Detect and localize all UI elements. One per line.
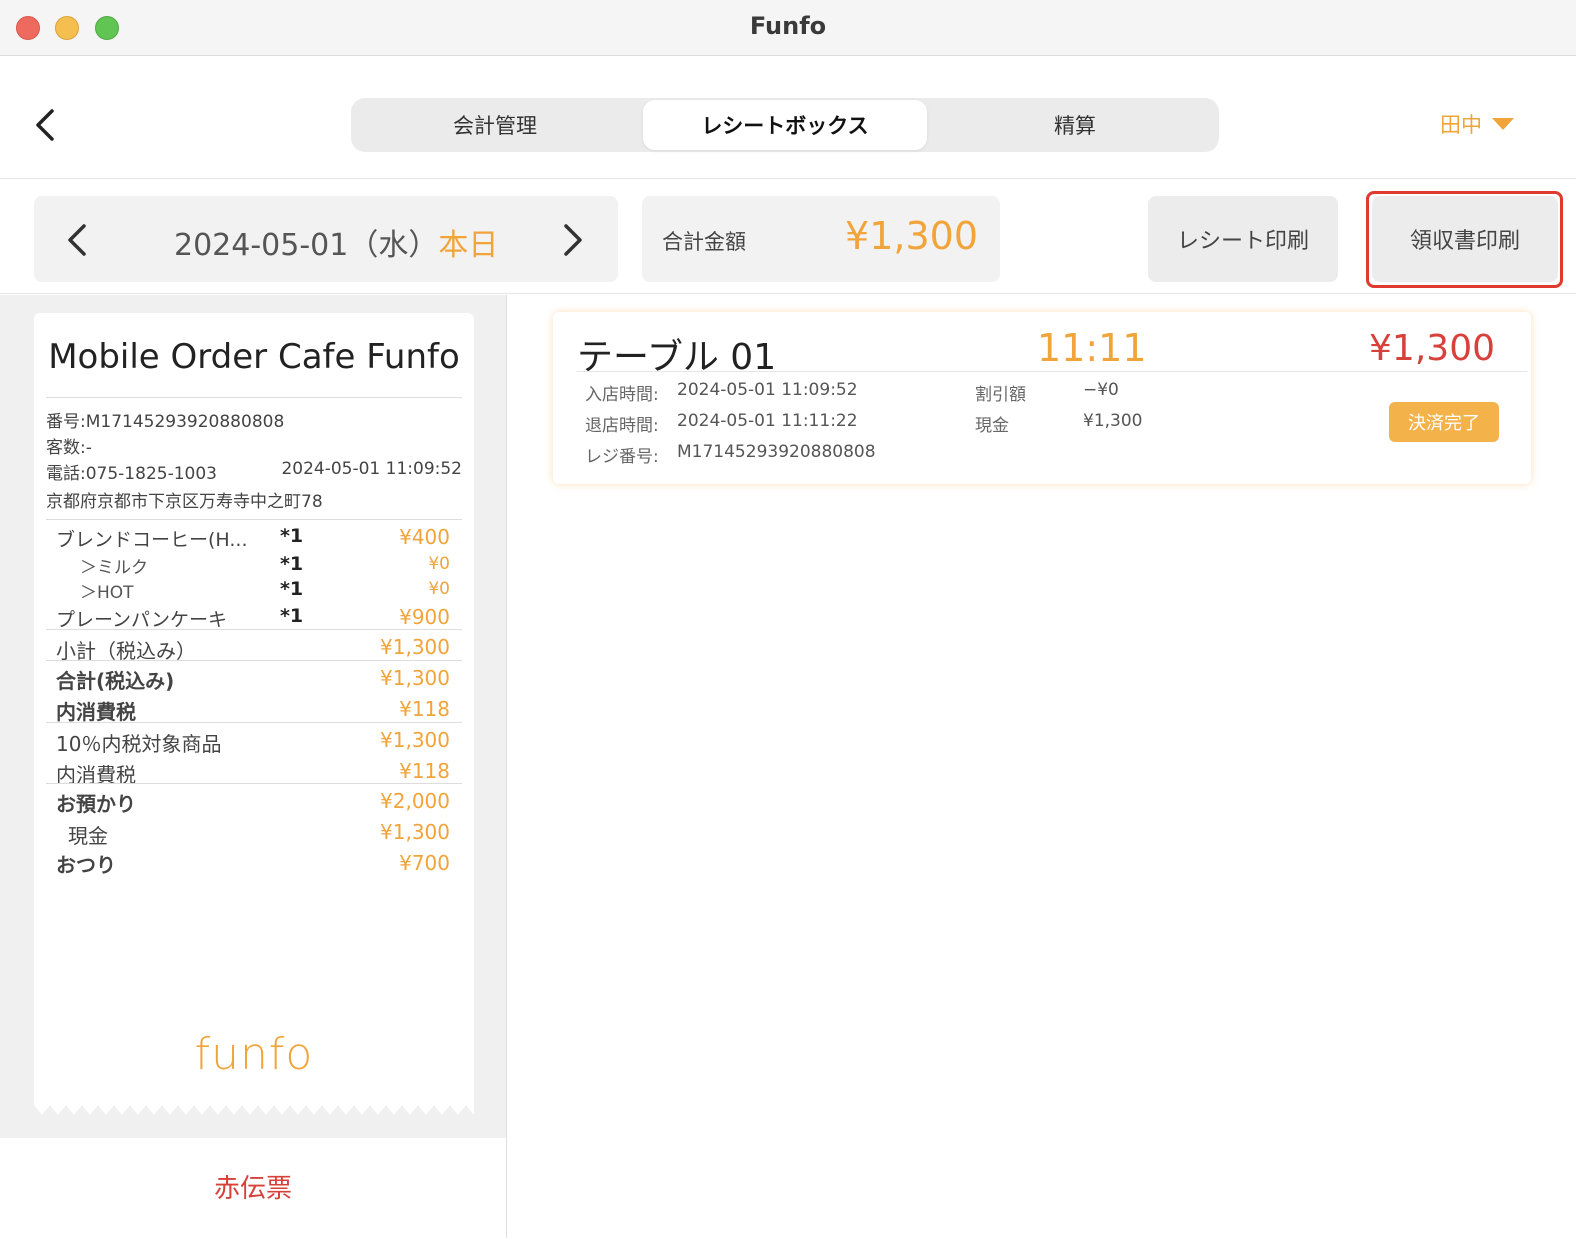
total-summary: 合計金額 ¥1,300 [642,196,1000,282]
total-label: 合計金額 [662,230,746,254]
chevron-left-icon [36,109,54,141]
change-label: おつり [56,853,116,877]
register-number-label: レジ番号: [585,447,659,467]
divider [46,519,462,520]
divider [577,371,1527,372]
user-name: 田中 [1440,113,1482,137]
tab-settlement[interactable]: 精算 [933,100,1217,150]
total-value: ¥1,300 [845,214,978,258]
tab-receipt-box[interactable]: レシートボックス [643,100,927,150]
tab-accounting[interactable]: 会計管理 [353,100,637,150]
chevron-left-icon [68,224,86,256]
table-name: テーブル 01 [577,337,777,378]
register-number-value: M17145293920880808 [677,442,876,462]
cash-value: ¥1,300 [1083,411,1143,431]
entry-time-value: 2024-05-01 11:09:52 [677,380,858,400]
segmented-control: 会計管理 レシートボックス 精算 [351,98,1219,152]
cash-label: 現金 [975,416,1009,436]
left-footer: 赤伝票 [0,1138,506,1238]
item-qty: *1 [280,578,304,600]
date-value: 2024-05-01（水） [174,228,439,263]
item-price: ¥400 [399,525,450,549]
item-qty: *1 [280,525,304,547]
header: 会計管理 レシートボックス 精算 田中 [0,57,1576,179]
guest-count: 客数:- [46,438,92,458]
total-value: ¥1,300 [380,666,450,690]
next-day-button[interactable] [554,220,590,260]
checkout-time: 11:11 [1037,326,1147,370]
red-slip-button[interactable]: 赤伝票 [0,1168,506,1205]
divider [46,783,462,784]
transaction-card[interactable]: テーブル 01 11:11 ¥1,300 入店時間: 2024-05-01 11… [553,312,1531,484]
item-price: ¥900 [399,605,450,629]
cash-label: 現金 [68,824,108,848]
exit-time-label: 退店時間: [585,416,659,436]
divider [46,660,462,661]
window-title: Funfo [749,12,827,40]
taxable-value: ¥1,300 [380,728,450,752]
tax-label: 内消費税 [56,700,136,724]
item-name: ブレンドコーヒー(H... [56,529,248,551]
subtotal-value: ¥1,300 [380,635,450,659]
invoice-print-button[interactable]: 領収書印刷 [1372,196,1558,282]
deposit-value: ¥2,000 [380,789,450,813]
item-qty: *1 [280,605,304,627]
receipt-paper: Mobile Order Cafe Funfo 番号:M171452939208… [34,313,474,1103]
cash-value: ¥1,300 [380,820,450,844]
back-button[interactable] [28,105,68,145]
toolbar: 2024-05-01（水）本日 合計金額 ¥1,300 レシート印刷 領収書印刷 [0,180,1576,294]
item-name: プレーンパンケーキ [56,609,228,631]
item-option: ＞ミルク [80,558,148,578]
receipt-print-button[interactable]: レシート印刷 [1148,196,1338,282]
divider [46,397,462,398]
change-value: ¥700 [399,851,450,875]
receipt-edge [34,1103,474,1115]
previous-day-button[interactable] [60,220,96,260]
divider [46,629,462,630]
total-label: 合計(税込み) [56,669,175,693]
user-menu[interactable]: 田中 [1440,109,1514,139]
status-badge: 決済完了 [1389,402,1499,442]
date-navigator: 2024-05-01（水）本日 [34,196,618,282]
tax2-value: ¥118 [399,759,450,783]
item-price: ¥0 [428,554,450,574]
deposit-label: お預かり [56,792,136,816]
receipt-preview-pane: Mobile Order Cafe Funfo 番号:M171452939208… [0,295,507,1238]
funfo-logo: funfo [194,1029,314,1080]
item-option: ＞HOT [80,583,134,603]
receipt-datetime: 2024-05-01 11:09:52 [281,459,462,479]
transaction-amount: ¥1,300 [1369,328,1495,369]
caret-down-icon [1492,118,1514,130]
tax-value: ¥118 [399,697,450,721]
store-name: Mobile Order Cafe Funfo [48,337,460,377]
taxable-label: 10％内税対象商品 [56,732,222,756]
chevron-right-icon [564,224,582,256]
discount-label: 割引額 [975,385,1026,405]
divider [46,722,462,723]
entry-time-label: 入店時間: [585,385,659,405]
item-qty: *1 [280,553,304,575]
receipt-number: 番号:M17145293920880808 [46,412,285,432]
item-price: ¥0 [428,579,450,599]
today-label: 本日 [438,228,499,263]
store-address: 京都府京都市下京区万寿寺中之町78 [46,492,323,512]
exit-time-value: 2024-05-01 11:11:22 [677,411,858,431]
title-bar: Funfo [0,0,1576,56]
date-label: 2024-05-01（水）本日 [174,220,498,264]
store-phone: 電話:075-1825-1003 [46,464,217,484]
discount-value: −¥0 [1083,380,1119,400]
